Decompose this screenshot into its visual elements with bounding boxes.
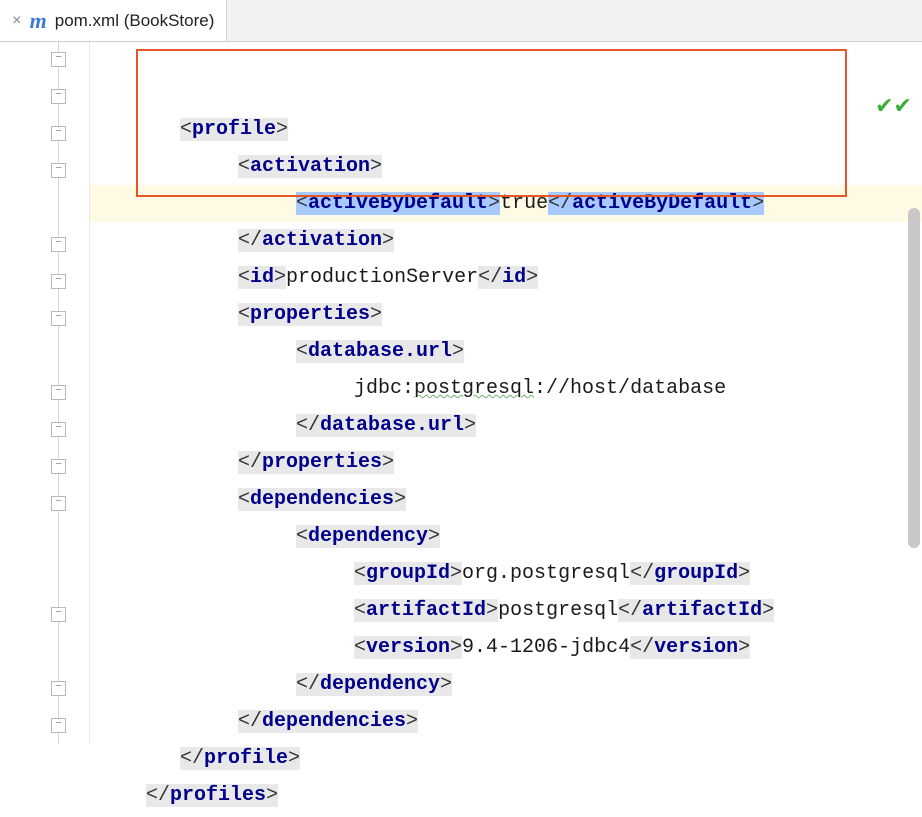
- fold-toggle-icon[interactable]: [51, 163, 66, 178]
- fold-toggle-icon[interactable]: [51, 718, 66, 733]
- code-line[interactable]: <activeByDefault>true</activeByDefault>: [90, 185, 922, 222]
- close-tab-icon[interactable]: ×: [12, 12, 22, 30]
- fold-toggle-icon[interactable]: [51, 385, 66, 400]
- code-line[interactable]: <properties>: [90, 296, 922, 333]
- fold-toggle-icon[interactable]: [51, 422, 66, 437]
- fold-toggle-icon[interactable]: [51, 496, 66, 511]
- code-line[interactable]: </profiles>: [90, 777, 922, 814]
- fold-toggle-icon[interactable]: [51, 89, 66, 104]
- code-area[interactable]: <profile><activation><activeByDefault>tr…: [90, 42, 922, 744]
- code-line[interactable]: <database.url>: [90, 333, 922, 370]
- file-tab[interactable]: × m pom.xml (BookStore): [0, 0, 227, 41]
- code-line[interactable]: <dependencies>: [90, 481, 922, 518]
- scrollbar[interactable]: [906, 88, 922, 744]
- code-line[interactable]: <dependency>: [90, 518, 922, 555]
- code-line[interactable]: jdbc:postgresql://host/database: [90, 370, 922, 407]
- code-line[interactable]: </profile>: [90, 740, 922, 777]
- code-line[interactable]: </dependencies>: [90, 703, 922, 740]
- code-line[interactable]: <artifactId>postgresql</artifactId>: [90, 592, 922, 629]
- code-line[interactable]: <id>productionServer</id>: [90, 259, 922, 296]
- tab-bar: × m pom.xml (BookStore): [0, 0, 922, 42]
- fold-toggle-icon[interactable]: [51, 126, 66, 141]
- code-line[interactable]: </properties>: [90, 444, 922, 481]
- fold-toggle-icon[interactable]: [51, 274, 66, 289]
- code-line[interactable]: </dependency>: [90, 666, 922, 703]
- tab-filename: pom.xml (BookStore): [55, 11, 215, 31]
- fold-toggle-icon[interactable]: [51, 607, 66, 622]
- maven-file-icon: m: [30, 8, 47, 34]
- code-line[interactable]: </database.url>: [90, 407, 922, 444]
- fold-toggle-icon[interactable]: [51, 237, 66, 252]
- scroll-thumb[interactable]: [908, 208, 920, 548]
- fold-toggle-icon[interactable]: [51, 311, 66, 326]
- code-line[interactable]: <profile>: [90, 111, 922, 148]
- fold-toggle-icon[interactable]: [51, 52, 66, 67]
- fold-toggle-icon[interactable]: [51, 459, 66, 474]
- code-line[interactable]: <version>9.4-1206-jdbc4</version>: [90, 629, 922, 666]
- gutter[interactable]: [0, 42, 90, 744]
- code-line[interactable]: </activation>: [90, 222, 922, 259]
- fold-toggle-icon[interactable]: [51, 681, 66, 696]
- inspection-ok-icon[interactable]: ✔✔: [875, 94, 912, 120]
- editor[interactable]: <profile><activation><activeByDefault>tr…: [0, 42, 922, 744]
- code-line[interactable]: <activation>: [90, 148, 922, 185]
- code-line[interactable]: <groupId>org.postgresql</groupId>: [90, 555, 922, 592]
